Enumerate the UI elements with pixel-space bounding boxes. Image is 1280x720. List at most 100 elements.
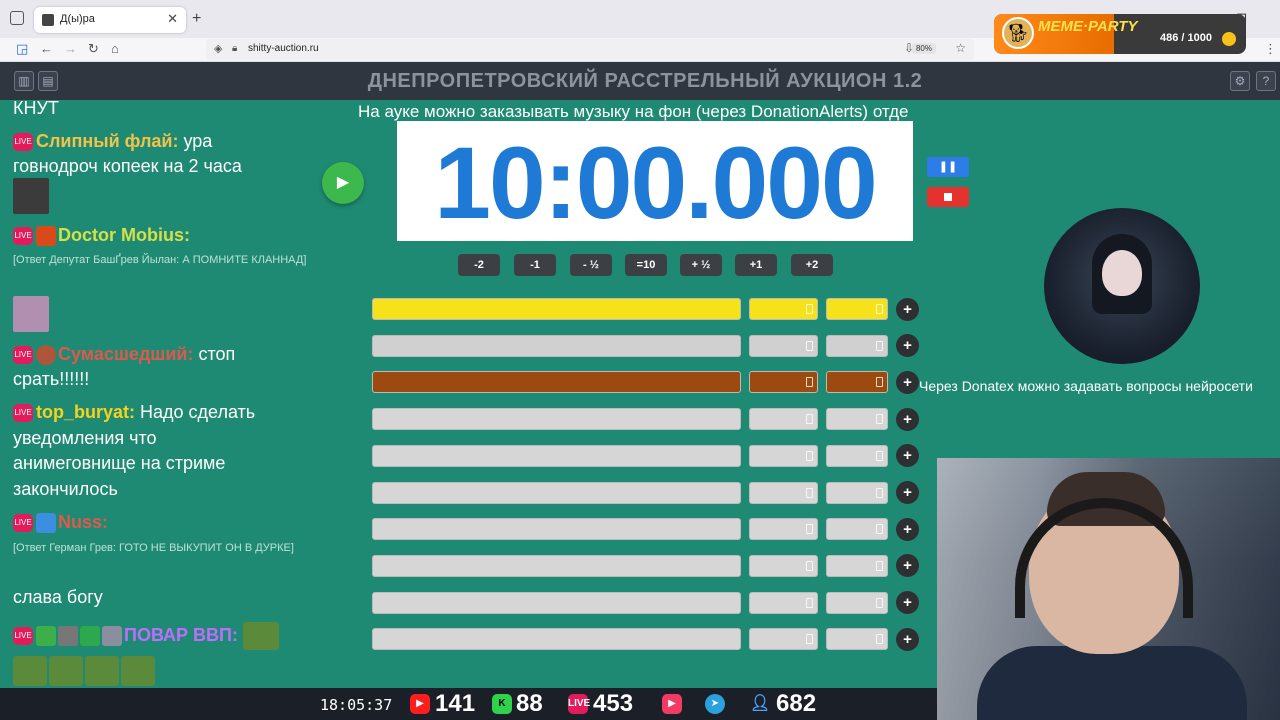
help-icon[interactable]: ? <box>1256 71 1276 91</box>
url-text[interactable]: shitty-auction.ru <box>248 43 319 54</box>
lot-add-amount-input[interactable] <box>826 554 888 577</box>
lot-name-input[interactable] <box>372 444 741 467</box>
url-bar[interactable]: ◈ 🔒︎ shitty-auction.ru ⇩ 80% ☆ <box>206 39 974 60</box>
lot-add-amount-input[interactable] <box>826 591 888 614</box>
spinner-icon[interactable] <box>876 597 883 608</box>
settings-gear-icon[interactable]: ⚙ <box>1230 71 1250 91</box>
chat-reply: [Ответ Герман Грев: ГОТО НЕ ВЫКУПИТ ОН В… <box>13 542 294 554</box>
timer-plus-1-button[interactable]: +1 <box>735 254 777 276</box>
lot-name-input[interactable] <box>372 518 741 541</box>
lot-add-amount-input[interactable] <box>826 371 888 394</box>
menu-icon[interactable]: ⋮ <box>1264 41 1277 57</box>
lock-icon[interactable]: 🔒︎ <box>232 43 237 54</box>
vk-live-icon: LIVE <box>568 694 590 714</box>
add-to-lot-button[interactable]: + <box>896 517 919 541</box>
lot-name-input[interactable] <box>372 408 741 431</box>
spinner-icon[interactable] <box>806 634 813 645</box>
lot-name-input[interactable] <box>372 628 741 651</box>
chat-text: закончилось <box>13 479 118 499</box>
add-to-lot-button[interactable]: + <box>896 627 919 651</box>
shield-icon[interactable]: ◈ <box>214 42 222 55</box>
lot-add-amount-input[interactable] <box>826 444 888 467</box>
timer-set-10-button[interactable]: =10 <box>625 254 667 276</box>
spinner-icon[interactable] <box>876 340 883 351</box>
spinner-icon[interactable] <box>806 414 813 425</box>
lot-amount-input[interactable] <box>749 298 818 320</box>
lot-add-amount-input[interactable] <box>826 628 888 651</box>
firefox-view-icon[interactable]: ◲ <box>16 41 28 57</box>
lot-amount-input[interactable] <box>749 334 818 357</box>
chat-nick: Сумасшедший: <box>58 344 194 364</box>
lot-add-amount-input[interactable] <box>826 334 888 357</box>
spinner-icon[interactable] <box>876 560 883 571</box>
new-tab-icon[interactable]: + <box>192 10 201 28</box>
lot-name-input[interactable] <box>372 554 741 577</box>
back-icon[interactable]: ← <box>40 41 53 56</box>
browser-tab[interactable]: Д(ы)ра ✕ <box>34 7 186 33</box>
spinner-icon[interactable] <box>806 340 813 351</box>
spinner-icon[interactable] <box>806 524 813 535</box>
timer-plus-2-button[interactable]: +2 <box>791 254 833 276</box>
lot-name-input[interactable] <box>372 481 741 504</box>
timer-plus-half-button[interactable]: + ½ <box>680 254 722 276</box>
stream-clock: 18:05:37 <box>320 696 393 714</box>
add-to-lot-button[interactable]: + <box>896 334 919 358</box>
spinner-icon[interactable] <box>876 377 883 388</box>
lot-name-input[interactable] <box>372 591 741 614</box>
lot-add-amount-input[interactable] <box>826 481 888 504</box>
stop-button[interactable] <box>927 187 969 207</box>
lot-name-input[interactable] <box>372 334 741 357</box>
lot-add-amount-input[interactable] <box>826 518 888 541</box>
add-to-lot-button[interactable]: + <box>896 407 919 431</box>
timer-minus-1-button[interactable]: -1 <box>514 254 556 276</box>
sidebar-toggle-icon[interactable] <box>10 11 24 25</box>
spinner-icon[interactable] <box>876 634 883 645</box>
add-to-lot-button[interactable]: + <box>896 370 919 394</box>
lot-name-input[interactable] <box>372 298 741 320</box>
meme-party-title: MEME·PARTY <box>1038 18 1138 35</box>
add-to-lot-button[interactable]: + <box>896 554 919 578</box>
play-button[interactable]: ▶ <box>322 162 364 204</box>
lot-amount-input[interactable] <box>749 628 818 651</box>
home-icon[interactable]: ⌂ <box>111 41 119 56</box>
spinner-icon[interactable] <box>806 304 813 314</box>
lot-amount-input[interactable] <box>749 371 818 394</box>
lot-amount-input[interactable] <box>749 518 818 541</box>
spinner-icon[interactable] <box>876 304 883 314</box>
pepe-emote-icon <box>13 656 47 686</box>
timer-minus-half-button[interactable]: - ½ <box>570 254 612 276</box>
lot-add-amount-input[interactable] <box>826 408 888 431</box>
spinner-icon[interactable] <box>806 450 813 461</box>
lot-amount-input[interactable] <box>749 481 818 504</box>
pause-button[interactable]: ❚❚ <box>927 157 969 177</box>
spinner-icon[interactable] <box>806 377 813 388</box>
spinner-icon[interactable] <box>806 487 813 498</box>
add-to-lot-button[interactable]: + <box>896 591 919 615</box>
add-to-lot-button[interactable]: + <box>896 444 919 468</box>
pepe-emote-icon <box>121 656 155 686</box>
lot-amount-input[interactable] <box>749 408 818 431</box>
webcam-body <box>977 646 1247 720</box>
lot-amount-input[interactable] <box>749 591 818 614</box>
forward-icon[interactable]: → <box>64 41 77 56</box>
vk-live-badge-icon: LIVE <box>13 346 33 365</box>
add-to-lot-button[interactable]: + <box>896 481 919 504</box>
lot-amount-input[interactable] <box>749 444 818 467</box>
lot-name-input[interactable] <box>372 371 741 394</box>
spinner-icon[interactable] <box>876 524 883 535</box>
emote-icon <box>36 626 56 646</box>
spinner-icon[interactable] <box>806 597 813 608</box>
spinner-icon[interactable] <box>876 450 883 461</box>
spinner-icon[interactable] <box>876 487 883 498</box>
close-tab-icon[interactable]: ✕ <box>167 11 178 27</box>
zoom-level[interactable]: 80% <box>911 43 936 54</box>
reload-icon[interactable]: ↻ <box>88 41 99 57</box>
timer-minus-2-button[interactable]: -2 <box>458 254 500 276</box>
lot-amount-input[interactable] <box>749 554 818 577</box>
bookmark-star-icon[interactable]: ☆ <box>955 41 966 55</box>
webcam-overlay <box>937 458 1280 720</box>
lot-add-amount-input[interactable] <box>826 298 888 320</box>
spinner-icon[interactable] <box>806 560 813 571</box>
add-to-lot-button[interactable]: + <box>896 297 919 321</box>
spinner-icon[interactable] <box>876 414 883 425</box>
